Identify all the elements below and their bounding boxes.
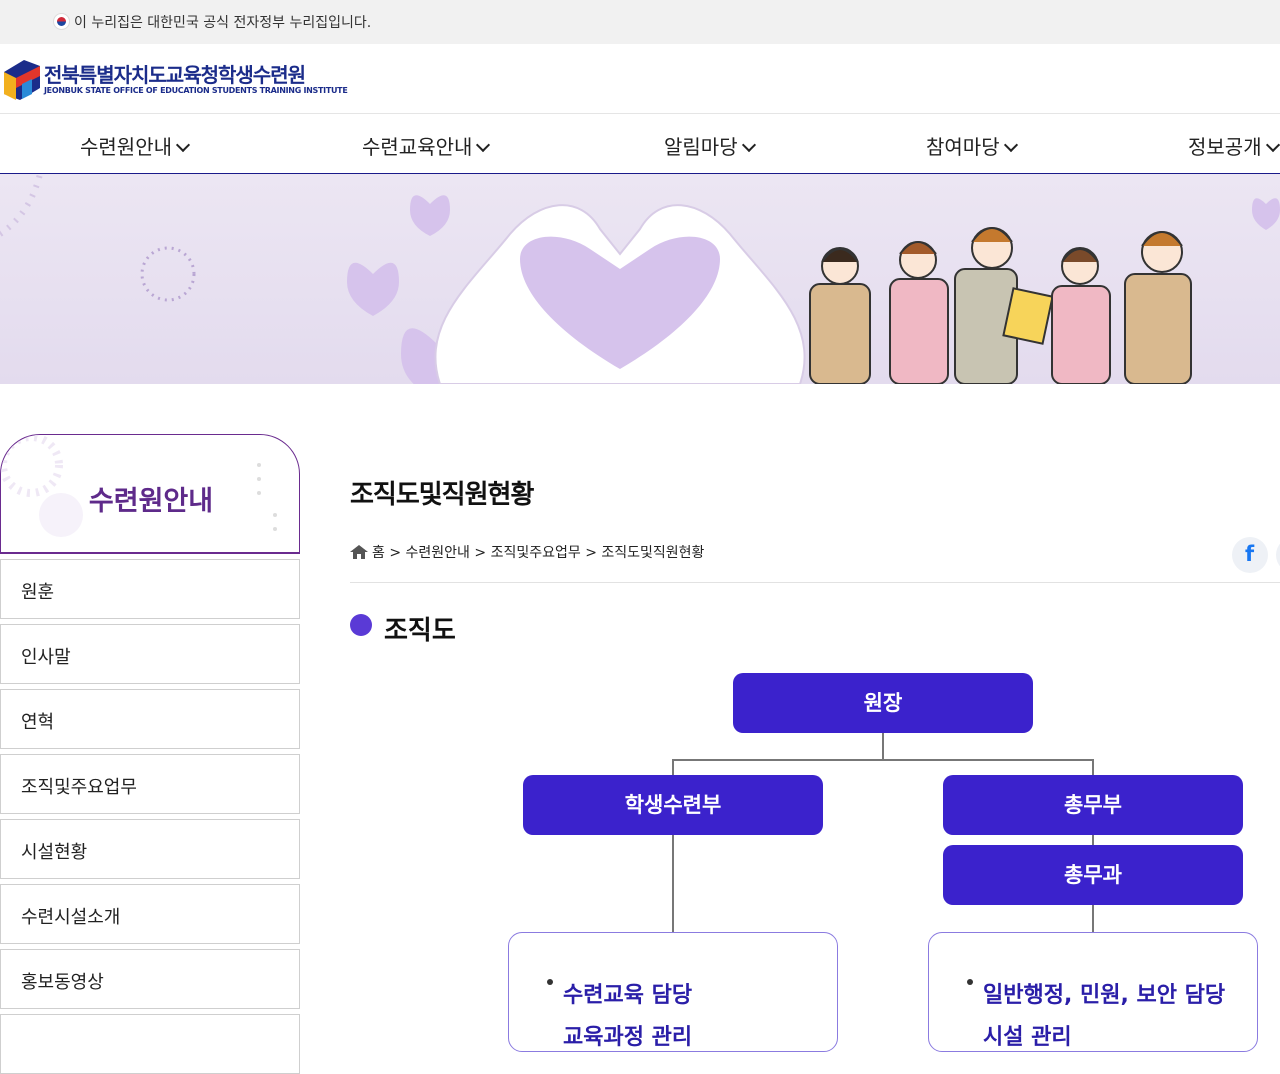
hero-banner xyxy=(0,174,1280,384)
side-nav-item-history[interactable]: 연혁 xyxy=(0,689,300,749)
chevron-down-icon xyxy=(1265,137,1280,153)
duty-box-training: 수련교육 담당 교육과정 관리 xyxy=(508,932,838,1052)
main-navigation: 수련원안내 수련교육안내 알림마당 참여마당 정보공개 xyxy=(0,115,1280,174)
breadcrumb-organization[interactable]: 조직및주요업무 xyxy=(491,545,581,561)
breadcrumb-home[interactable]: 홈 xyxy=(372,545,385,561)
side-nav-item-greeting[interactable]: 인사말 xyxy=(0,624,300,684)
nav-item-about[interactable]: 수련원안내 xyxy=(80,131,191,160)
breadcrumb-current: 조직도및직원현황 xyxy=(601,545,705,561)
duty-box-general-affairs: 일반행정, 민원, 보안 담당 시설 관리 xyxy=(928,932,1258,1052)
side-nav-title: 수련원안내 xyxy=(88,486,214,517)
duty-bullet xyxy=(967,979,973,985)
logo-subtitle: JEONBUK STATE OFFICE OF EDUCATION STUDEN… xyxy=(44,86,348,95)
nav-item-label: 정보공개 xyxy=(1188,135,1262,159)
org-connector xyxy=(672,759,674,775)
org-connector xyxy=(672,834,674,932)
logo-mark-icon[interactable] xyxy=(2,58,42,102)
org-connector xyxy=(1092,904,1094,932)
nav-item-education[interactable]: 수련교육안내 xyxy=(362,131,491,160)
side-navigation: 수련원안내 원훈 인사말 연혁 조직및주요업무 시설현황 수련시설소개 홍보동영… xyxy=(0,434,300,1074)
duty-text: 수련교육 담당 xyxy=(563,983,693,1008)
share-button[interactable] xyxy=(1276,537,1280,573)
section-title: 조직도 xyxy=(384,616,456,646)
korea-flag-icon xyxy=(53,13,70,30)
org-box-general-affairs-section: 총무과 xyxy=(943,845,1243,905)
nav-item-notice[interactable]: 알림마당 xyxy=(664,131,756,160)
chevron-down-icon xyxy=(741,137,756,153)
gov-notice-bar: 이 누리집은 대한민국 공식 전자정부 누리집입니다. xyxy=(0,0,1280,44)
side-nav-item-more[interactable] xyxy=(0,1014,300,1074)
banner-illustration xyxy=(0,174,1280,384)
gov-notice-text: 이 누리집은 대한민국 공식 전자정부 누리집입니다. xyxy=(74,15,372,31)
duty-bullet xyxy=(547,979,553,985)
nav-item-label: 수련원안내 xyxy=(80,135,172,159)
nav-item-label: 수련교육안내 xyxy=(362,135,473,159)
org-connector xyxy=(1092,759,1094,775)
home-icon[interactable] xyxy=(350,545,368,559)
side-nav-item-organization[interactable]: 조직및주요업무 xyxy=(0,754,300,814)
chevron-down-icon xyxy=(175,137,191,153)
chevron-down-icon xyxy=(1003,137,1018,153)
page-title: 조직도및직원현황 xyxy=(350,480,534,510)
org-box-director: 원장 xyxy=(733,673,1033,733)
breadcrumb-separator: > xyxy=(585,545,597,561)
org-connector xyxy=(882,732,884,760)
nav-item-disclosure[interactable]: 정보공개 xyxy=(1188,131,1280,160)
breadcrumb-about[interactable]: 수련원안내 xyxy=(406,545,470,561)
content-divider xyxy=(350,582,1280,583)
facebook-icon: f xyxy=(1245,542,1255,566)
side-nav-item-training-facilities[interactable]: 수련시설소개 xyxy=(0,884,300,944)
org-box-training-dept: 학생수련부 xyxy=(523,775,823,835)
breadcrumb: 홈 > 수련원안내 > 조직및주요업무 > 조직도및직원현황 xyxy=(350,542,704,562)
nav-item-label: 참여마당 xyxy=(926,135,1000,159)
org-box-general-affairs-dept: 총무부 xyxy=(943,775,1243,835)
side-nav-item-promo-video[interactable]: 홍보동영상 xyxy=(0,949,300,1009)
nav-item-participation[interactable]: 참여마당 xyxy=(926,131,1018,160)
breadcrumb-separator: > xyxy=(474,545,487,561)
duty-text: 일반행정, 민원, 보안 담당 xyxy=(983,983,1226,1008)
facebook-share-button[interactable]: f xyxy=(1232,537,1268,573)
side-nav-item-facilities[interactable]: 시설현황 xyxy=(0,819,300,879)
side-nav-item-motto[interactable]: 원훈 xyxy=(0,559,300,619)
org-connector xyxy=(672,759,1094,761)
chevron-down-icon xyxy=(476,137,491,153)
side-nav-header: 수련원안내 xyxy=(0,434,300,554)
logo-title[interactable]: 전북특별자치도교육청학생수련원 xyxy=(44,59,306,88)
breadcrumb-separator: > xyxy=(389,545,402,561)
site-header: 전북특별자치도교육청학생수련원 JEONBUK STATE OFFICE OF … xyxy=(0,44,1280,114)
nav-item-label: 알림마당 xyxy=(664,135,738,159)
